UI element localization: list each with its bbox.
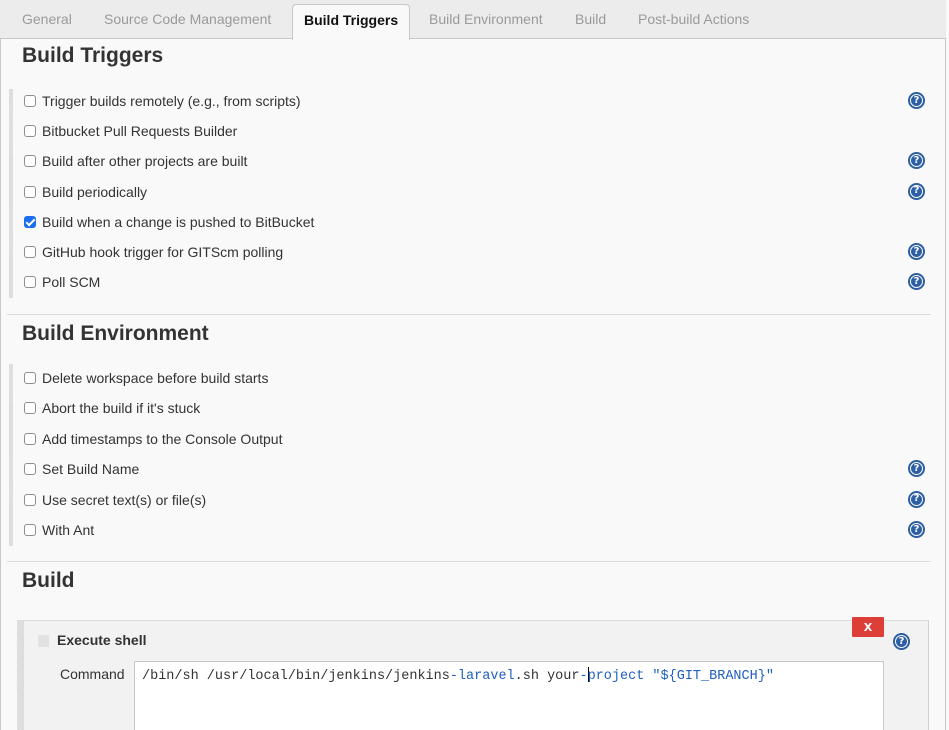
tab-general[interactable]: General bbox=[22, 0, 72, 39]
checkbox-row[interactable]: GitHub hook trigger for GITScm polling bbox=[24, 242, 283, 262]
build-environment-group-bar bbox=[9, 364, 13, 546]
checkbox[interactable] bbox=[24, 246, 36, 258]
help-icon[interactable]: ? bbox=[908, 521, 925, 538]
checkbox-label[interactable]: Build after other projects are built bbox=[42, 153, 247, 169]
checkbox-label[interactable]: Use secret text(s) or file(s) bbox=[42, 492, 206, 508]
checkbox-row[interactable]: Delete workspace before build starts bbox=[24, 368, 268, 388]
checkbox-row[interactable]: Set Build Name bbox=[24, 459, 139, 479]
checkbox-row[interactable]: Build after other projects are built bbox=[24, 151, 247, 171]
checkbox-row[interactable]: Abort the build if it's stuck bbox=[24, 398, 200, 418]
build-step-title: Execute shell bbox=[57, 632, 147, 648]
help-icon[interactable]: ? bbox=[908, 243, 925, 260]
command-text: /bin/sh /usr/local/bin/jenkins/jenkins bbox=[142, 669, 450, 684]
checkbox[interactable] bbox=[24, 125, 36, 138]
checkbox-label[interactable]: With Ant bbox=[42, 522, 94, 538]
section-title-build-environment: Build Environment bbox=[22, 322, 209, 345]
help-icon[interactable]: ? bbox=[908, 182, 925, 200]
checkbox-label[interactable]: Poll SCM bbox=[42, 274, 100, 290]
command-label: Command bbox=[60, 666, 125, 682]
tab-source-code-management[interactable]: Source Code Management bbox=[104, 0, 271, 39]
command-text: .sh your bbox=[514, 669, 580, 684]
checkbox[interactable] bbox=[24, 493, 36, 506]
section-divider bbox=[7, 561, 931, 562]
tab-build-triggers[interactable]: Build Triggers bbox=[292, 4, 411, 40]
checkbox-row[interactable]: Build periodically bbox=[24, 182, 147, 202]
checkbox[interactable] bbox=[24, 524, 36, 536]
help-icon[interactable]: ? bbox=[908, 92, 925, 109]
tab-build[interactable]: Build bbox=[575, 0, 606, 39]
checkbox[interactable] bbox=[24, 432, 36, 445]
checkbox[interactable] bbox=[24, 215, 36, 228]
checkbox-row[interactable]: Build when a change is pushed to BitBuck… bbox=[24, 212, 314, 232]
checkbox-label[interactable]: Abort the build if it's stuck bbox=[42, 400, 200, 416]
tab-post-build-actions[interactable]: Post-build Actions bbox=[638, 0, 749, 39]
help-icon[interactable]: ? bbox=[893, 633, 910, 650]
checkbox-label[interactable]: Delete workspace before build starts bbox=[42, 370, 268, 386]
checkbox[interactable] bbox=[24, 463, 36, 476]
checkbox[interactable] bbox=[24, 95, 36, 107]
checkbox-label[interactable]: Build periodically bbox=[42, 184, 147, 200]
checkbox-row[interactable]: Add timestamps to the Console Output bbox=[24, 429, 282, 449]
checkbox[interactable] bbox=[24, 372, 36, 384]
command-text: "${GIT_BRANCH}" bbox=[652, 669, 774, 684]
section-title-build-triggers: Build Triggers bbox=[22, 44, 164, 67]
checkbox-label[interactable]: Build when a change is pushed to BitBuck… bbox=[42, 214, 314, 230]
tab-bar: General Source Code Management Build Tri… bbox=[0, 0, 946, 40]
checkbox-row[interactable]: Use secret text(s) or file(s) bbox=[24, 490, 206, 510]
drag-handle-icon[interactable] bbox=[38, 635, 49, 647]
command-text: - bbox=[579, 669, 588, 684]
checkbox[interactable] bbox=[24, 185, 36, 198]
command-textarea[interactable]: /bin/sh /usr/local/bin/jenkins/jenkins-l… bbox=[134, 661, 884, 730]
checkbox-label[interactable]: Set Build Name bbox=[42, 461, 139, 477]
checkbox[interactable] bbox=[24, 402, 36, 415]
checkbox-label[interactable]: Add timestamps to the Console Output bbox=[42, 431, 282, 447]
help-icon[interactable]: ? bbox=[908, 490, 925, 508]
checkbox-row[interactable]: With Ant bbox=[24, 520, 94, 540]
delete-step-button[interactable]: X bbox=[852, 617, 884, 637]
checkbox-row[interactable]: Trigger builds remotely (e.g., from scri… bbox=[24, 91, 301, 111]
section-divider bbox=[7, 314, 931, 315]
checkbox-label[interactable]: Trigger builds remotely (e.g., from scri… bbox=[42, 93, 301, 109]
command-text: -laravel bbox=[449, 669, 515, 684]
checkbox-row[interactable]: Bitbucket Pull Requests Builder bbox=[24, 121, 237, 141]
checkbox[interactable] bbox=[24, 276, 36, 289]
checkbox-label[interactable]: Bitbucket Pull Requests Builder bbox=[42, 123, 237, 139]
tab-build-environment[interactable]: Build Environment bbox=[429, 0, 543, 39]
build-triggers-group-bar bbox=[9, 89, 13, 298]
command-text: project bbox=[587, 669, 645, 684]
checkbox-row[interactable]: Poll SCM bbox=[24, 272, 100, 292]
section-title-build: Build bbox=[22, 569, 75, 592]
checkbox[interactable] bbox=[24, 155, 36, 168]
checkbox-label[interactable]: GitHub hook trigger for GITScm polling bbox=[42, 244, 283, 260]
